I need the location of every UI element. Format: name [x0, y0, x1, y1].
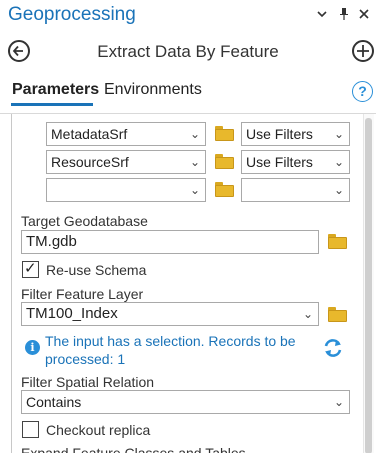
tool-title: Extract Data By Feature — [97, 42, 279, 61]
chevron-down-icon: ⌄ — [189, 183, 200, 197]
dataset-value: MetadataSrf — [51, 126, 128, 142]
selection-info-line-2: processed: 1 — [45, 351, 126, 367]
filter-value: Use Filters — [246, 126, 313, 142]
parameters-panel: MetadataSrf ⌄ Use Filters ⌄ ResourceSrf … — [0, 113, 376, 453]
tool-header: Extract Data By Feature — [0, 34, 376, 70]
target-geodatabase-label: Target Geodatabase — [21, 213, 148, 229]
add-icon — [357, 45, 369, 57]
checkmark-icon: ✓ — [24, 260, 37, 277]
chevron-down-icon: ⌄ — [302, 307, 313, 321]
dataset-dropdown-2[interactable]: ResourceSrf ⌄ — [46, 150, 206, 174]
add-button[interactable] — [352, 40, 374, 62]
info-icon: i — [25, 340, 40, 355]
selection-info-message: The input has a selection. Records to be… — [45, 332, 296, 368]
folder-icon[interactable] — [215, 182, 234, 197]
scrollbar-thumb[interactable] — [365, 118, 372, 453]
active-tab-indicator — [11, 103, 93, 106]
chevron-down-icon: ⌄ — [333, 395, 344, 409]
reuse-schema-label: Re-use Schema — [46, 262, 147, 278]
close-icon[interactable] — [356, 7, 372, 25]
chevron-down-icon: ⌄ — [333, 155, 344, 169]
pin-icon[interactable] — [336, 7, 352, 25]
filter-spatial-relation-dropdown[interactable]: Contains ⌄ — [21, 390, 350, 414]
filter-dropdown-2[interactable]: Use Filters ⌄ — [241, 150, 350, 174]
target-geodatabase-input[interactable]: TM.gdb — [21, 230, 319, 254]
geoprocessing-pane: Geoprocessing Extract Data By Feature Pa… — [0, 0, 376, 453]
pane-title: Geoprocessing — [8, 4, 136, 25]
folder-icon[interactable] — [328, 234, 347, 249]
filter-feature-layer-label: Filter Feature Layer — [21, 286, 144, 302]
checkout-replica-label: Checkout replica — [46, 422, 151, 438]
tab-parameters[interactable]: Parameters — [12, 81, 99, 99]
refresh-icon[interactable] — [322, 337, 344, 359]
filter-value: Use Filters — [246, 154, 313, 170]
filter-dropdown-3[interactable]: ⌄ — [241, 178, 350, 202]
filter-spatial-relation-value: Contains — [26, 394, 82, 410]
chevron-down-icon: ⌄ — [189, 155, 200, 169]
tab-strip: Parameters Environments — [0, 72, 376, 106]
chevron-down-icon: ⌄ — [189, 127, 200, 141]
folder-icon[interactable] — [215, 154, 234, 169]
folder-icon[interactable] — [328, 307, 347, 322]
chevron-down-icon: ⌄ — [333, 127, 344, 141]
dataset-dropdown-1[interactable]: MetadataSrf ⌄ — [46, 122, 206, 146]
pane-titlebar: Geoprocessing — [0, 0, 376, 34]
dataset-value: ResourceSrf — [51, 154, 129, 170]
checkout-replica-checkbox[interactable] — [22, 421, 39, 438]
expand-feature-classes-label[interactable]: Expand Feature Classes and Tables — [21, 445, 246, 453]
help-icon[interactable]: ? — [352, 81, 373, 102]
filter-dropdown-1[interactable]: Use Filters ⌄ — [241, 122, 350, 146]
filter-feature-layer-value: TM100_Index — [26, 305, 118, 322]
filter-spatial-relation-label: Filter Spatial Relation — [21, 374, 155, 390]
tab-environments[interactable]: Environments — [104, 81, 202, 99]
chevron-down-icon: ⌄ — [333, 183, 344, 197]
reuse-schema-checkbox[interactable]: ✓ — [22, 260, 39, 278]
folder-icon[interactable] — [215, 126, 234, 141]
chevron-down-icon[interactable] — [314, 7, 330, 25]
filter-feature-layer-dropdown[interactable]: TM100_Index ⌄ — [21, 302, 319, 326]
dataset-dropdown-3[interactable]: ⌄ — [46, 178, 206, 202]
group-indent-line — [11, 114, 12, 453]
selection-info-line-1: The input has a selection. Records to be — [45, 333, 296, 349]
